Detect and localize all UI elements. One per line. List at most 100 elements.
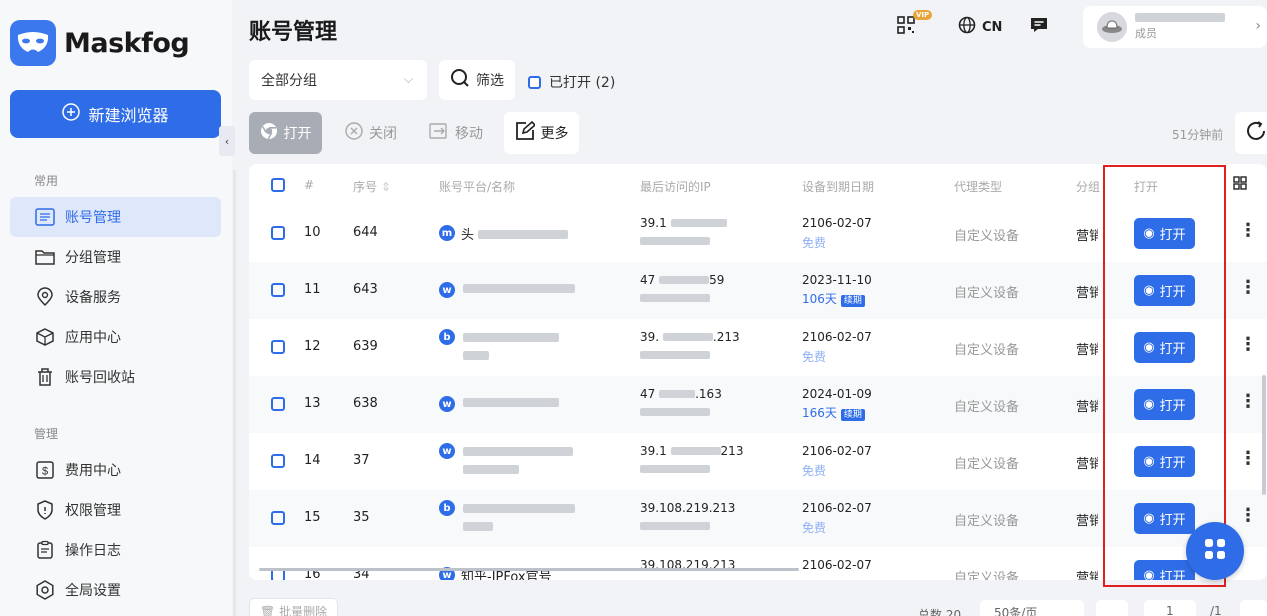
vip-badge: VIP (913, 10, 933, 20)
user-role: 成员 (1135, 27, 1157, 40)
opened-checkbox[interactable] (528, 75, 541, 89)
mask-logo-icon (10, 20, 56, 66)
sidebar-collapse-button[interactable]: ‹ (219, 126, 235, 156)
row-proxy: 自定义设备 (954, 457, 1020, 472)
floating-apps-button[interactable] (1186, 522, 1244, 580)
row-checkbox[interactable] (271, 397, 285, 411)
chrome-icon (260, 122, 278, 144)
new-browser-button[interactable]: 新建浏览器 (10, 90, 221, 138)
row-ip-location (640, 234, 710, 249)
filter-button[interactable]: 筛选 (439, 60, 515, 100)
sidebar-item-app-center[interactable]: 应用中心 (10, 317, 221, 357)
row-checkbox[interactable] (271, 226, 285, 240)
row-seq: 35 (353, 510, 370, 525)
platform-icon: w (439, 282, 455, 298)
row-name (463, 282, 575, 297)
sidebar-item-permissions[interactable]: 权限管理 (10, 490, 221, 530)
sort-icon: ⇕ (380, 180, 391, 194)
app-logo[interactable]: Maskfog (10, 20, 190, 66)
row-name: 头 (461, 224, 569, 243)
row-expiry: 2024-01-09 (802, 387, 872, 401)
row-index: 15 (304, 510, 321, 525)
row-ip: 47 .163 (640, 387, 722, 401)
sidebar-item-label: 费用中心 (65, 463, 121, 479)
row-more-icon[interactable]: ⋮ (1239, 220, 1257, 241)
close-selected-button[interactable]: 关闭 (334, 112, 408, 154)
section-manage-label: 管理 (34, 427, 59, 441)
list-icon (35, 207, 55, 227)
row-more-icon[interactable]: ⋮ (1239, 334, 1257, 355)
open-selected-button[interactable]: 打开 (249, 112, 322, 154)
row-proxy: 自定义设备 (954, 343, 1020, 358)
row-checkbox[interactable] (271, 340, 285, 354)
renew-badge[interactable]: 续期 (840, 409, 865, 421)
header-seq[interactable]: 序号 ⇕ (353, 178, 391, 195)
vip-qr-button[interactable]: VIP (897, 10, 933, 38)
row-expiry: 2023-11-10 (802, 273, 872, 287)
group-select[interactable]: 全部分组 ⌵ (249, 60, 427, 100)
row-expiry: 2106-02-07 (802, 558, 872, 572)
move-selected-button[interactable]: 移动 (418, 112, 494, 154)
page-title: 账号管理 (249, 20, 338, 45)
header-group: 分组 (1076, 180, 1100, 194)
renew-badge[interactable]: 续期 (840, 295, 865, 307)
columns-grid-icon[interactable] (1233, 176, 1247, 193)
page-size-select[interactable]: 50条/页 (980, 600, 1084, 616)
move-label: 移动 (455, 126, 483, 142)
messages-button[interactable] (1030, 16, 1048, 38)
more-actions-button[interactable]: 更多 (504, 112, 579, 154)
sidebar-item-logs[interactable]: 操作日志 (10, 530, 221, 570)
row-expiry: 2106-02-07 (802, 444, 872, 458)
row-ip-location (640, 519, 710, 534)
row-more-icon[interactable]: ⋮ (1239, 505, 1257, 526)
folder-icon (35, 247, 55, 267)
vertical-scrollbar[interactable] (1262, 375, 1266, 495)
row-index: 13 (304, 396, 321, 411)
row-group: 营销 (1076, 571, 1098, 580)
row-ip: 47 59 (640, 273, 725, 287)
select-all-checkbox[interactable] (271, 178, 285, 192)
sidebar-item-groups[interactable]: 分组管理 (10, 237, 221, 277)
box-icon (35, 327, 55, 347)
row-group: 营销 (1076, 457, 1098, 472)
header-platform: 账号平台/名称 (439, 180, 516, 194)
row-proxy: 自定义设备 (954, 571, 1020, 580)
sidebar-item-recycle-bin[interactable]: 账号回收站 (10, 357, 221, 397)
user-menu[interactable]: 成员 › (1083, 6, 1267, 48)
language-switch[interactable]: CN (958, 16, 1002, 38)
shield-icon (35, 500, 55, 520)
sidebar-item-accounts[interactable]: 账号管理 (10, 197, 221, 237)
sidebar-item-device-service[interactable]: 设备服务 (10, 277, 221, 317)
refresh-button[interactable] (1235, 112, 1267, 154)
sidebar-item-label: 设备服务 (65, 290, 121, 306)
sidebar-item-billing[interactable]: $ 费用中心 (10, 450, 221, 490)
settings-icon (35, 580, 55, 600)
row-index: 14 (304, 453, 321, 468)
row-seq: 37 (353, 453, 370, 468)
horizontal-scrollbar[interactable] (259, 568, 799, 571)
last-updated: 51分钟前 (1172, 128, 1224, 142)
prev-page-button[interactable] (1096, 600, 1128, 616)
sidebar: Maskfog 新建浏览器 常用 账号管理 分组管理 设备服务 应用中心 账号回… (0, 0, 232, 616)
row-checkbox[interactable] (271, 511, 285, 525)
sidebar-item-settings[interactable]: 全局设置 (10, 570, 221, 610)
opened-filter-toggle[interactable]: 已打开 (2) (528, 72, 615, 92)
platform-icon: b (439, 500, 455, 516)
row-checkbox[interactable] (271, 283, 285, 297)
next-page-button[interactable] (1240, 600, 1267, 616)
row-group: 营销 (1076, 400, 1098, 415)
sidebar-item-label: 应用中心 (65, 330, 121, 346)
row-ip: 39. .213 (640, 330, 740, 344)
chevron-down-icon: ⌵ (403, 72, 413, 86)
row-more-icon[interactable]: ⋮ (1239, 391, 1257, 412)
row-more-icon[interactable]: ⋮ (1239, 277, 1257, 298)
row-ip-location (640, 348, 710, 363)
row-ip-location (640, 291, 710, 306)
chevron-right-icon: › (1255, 18, 1261, 34)
edit-icon (515, 120, 536, 145)
row-name (463, 331, 559, 346)
row-more-icon[interactable]: ⋮ (1239, 448, 1257, 469)
batch-delete-button[interactable]: 🗑 批量删除 (249, 598, 339, 616)
row-checkbox[interactable] (271, 454, 285, 468)
page-input[interactable]: 1 (1144, 600, 1196, 616)
